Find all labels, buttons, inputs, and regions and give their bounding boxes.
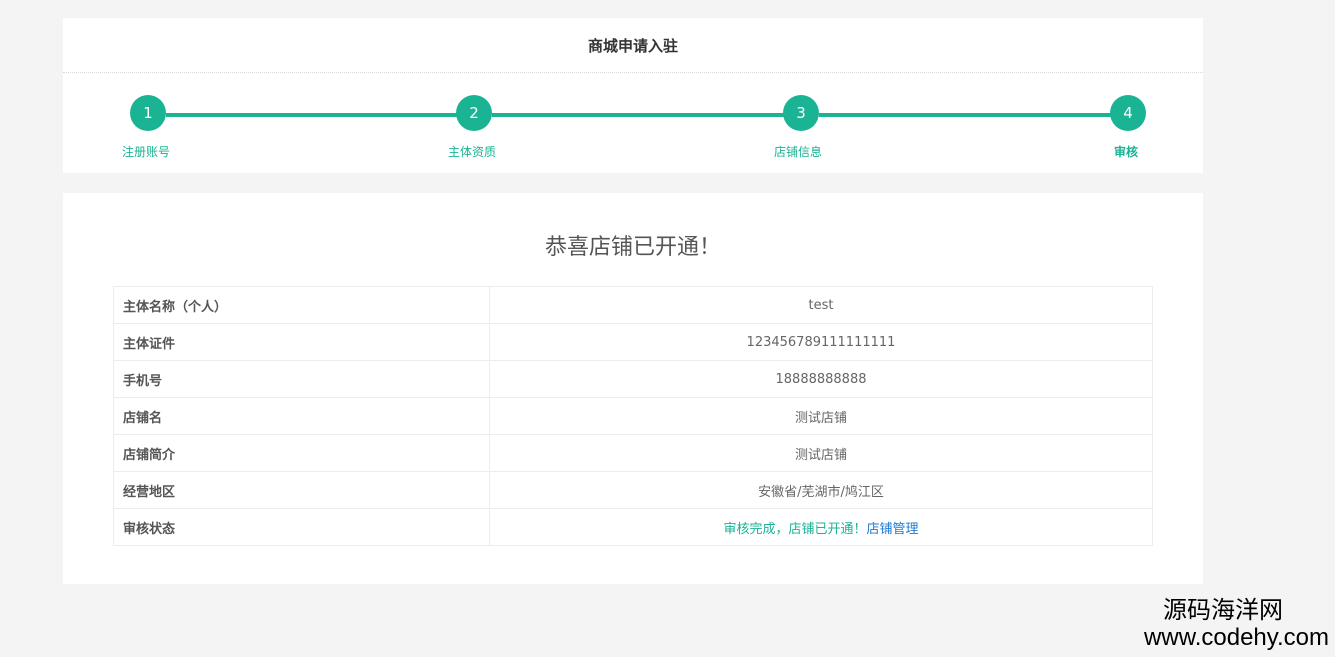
row-label: 经营地区: [113, 471, 490, 509]
watermark-url: www.codehy.com: [1144, 624, 1329, 651]
table-row: 主体证件 123456789111111111: [113, 323, 1153, 361]
status-text: 审核完成，店铺已开通！: [723, 521, 867, 537]
step-3-label: 店铺信息: [774, 145, 823, 159]
step-4-circle: 4: [1110, 95, 1146, 131]
step-1-circle: 1: [130, 95, 166, 131]
watermark: 源码海洋网 www.codehy.com: [1144, 597, 1329, 651]
table-row-status: 审核状态 审核完成，店铺已开通！店铺管理: [113, 508, 1153, 546]
row-value: 测试店铺: [489, 397, 1153, 435]
step-2-circle: 2: [456, 95, 492, 131]
table-row: 手机号 18888888888: [113, 360, 1153, 398]
step-connector-2-3: [492, 113, 784, 117]
row-value: 123456789111111111: [489, 323, 1153, 361]
table-row: 店铺名 测试店铺: [113, 397, 1153, 435]
step-panel: 商城申请入驻 1 2 3 4 注册账号 主体资质 店铺信息 审核: [63, 18, 1203, 173]
table-row: 主体名称（个人） test: [113, 286, 1153, 324]
row-label: 手机号: [113, 360, 490, 398]
row-value: 安徽省/芜湖市/鸠江区: [489, 471, 1153, 509]
row-value: 测试店铺: [489, 434, 1153, 472]
step-2-label: 主体资质: [448, 145, 497, 159]
row-label: 主体名称（个人）: [113, 286, 490, 324]
step-connector-3-4: [819, 113, 1113, 117]
page-title: 商城申请入驻: [63, 18, 1203, 73]
row-value: test: [489, 286, 1153, 324]
table-row: 店铺简介 测试店铺: [113, 434, 1153, 472]
result-panel: 恭喜店铺已开通！ 主体名称（个人） test 主体证件 123456789111…: [63, 193, 1203, 584]
success-heading: 恭喜店铺已开通！: [544, 235, 721, 260]
row-label: 店铺简介: [113, 434, 490, 472]
step-1-label: 注册账号: [122, 145, 171, 159]
step-4-label: 审核: [1114, 145, 1139, 159]
store-management-link[interactable]: 店铺管理: [867, 522, 919, 537]
table-row: 经营地区 安徽省/芜湖市/鸠江区: [113, 471, 1153, 509]
row-value: 18888888888: [489, 360, 1153, 398]
step-connector-1-2: [166, 113, 458, 117]
store-info-table: 主体名称（个人） test 主体证件 123456789111111111 手机…: [113, 286, 1153, 546]
status-value: 审核完成，店铺已开通！店铺管理: [489, 508, 1153, 546]
row-label: 店铺名: [113, 397, 490, 435]
step-3-circle: 3: [783, 95, 819, 131]
row-label: 主体证件: [113, 323, 490, 361]
watermark-name: 源码海洋网: [1163, 597, 1283, 624]
status-label: 审核状态: [113, 508, 490, 546]
